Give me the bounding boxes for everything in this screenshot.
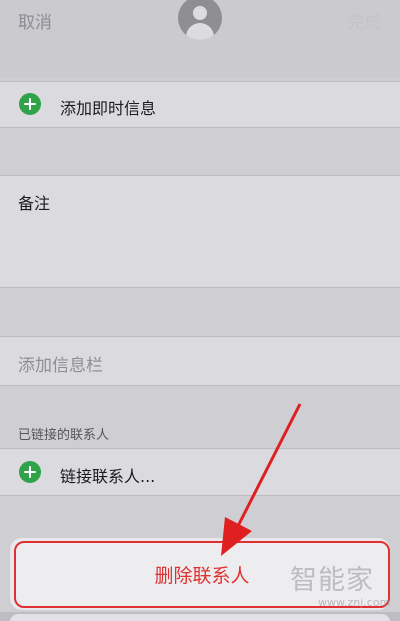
annotation-arrow-shaft bbox=[234, 403, 302, 531]
annotation-arrow-icon bbox=[221, 403, 302, 556]
annotation-arrow-head bbox=[221, 517, 252, 556]
